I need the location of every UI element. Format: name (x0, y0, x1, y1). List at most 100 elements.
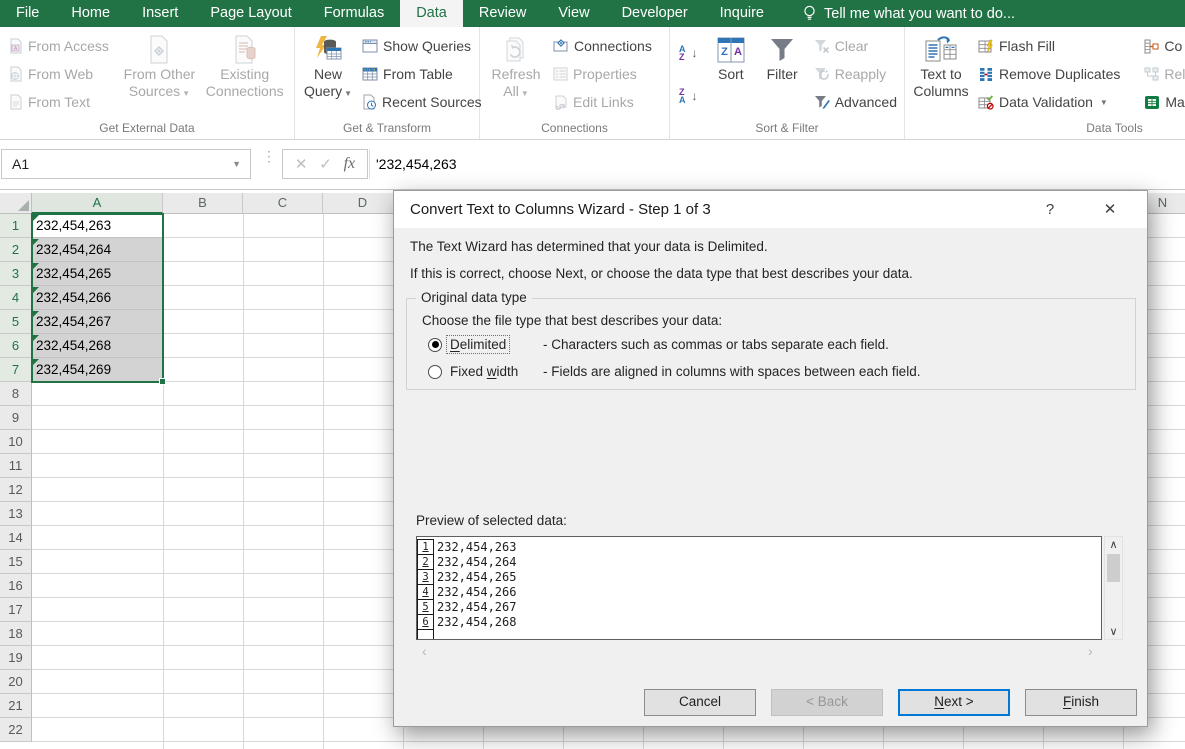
row-header[interactable]: 22 (0, 718, 32, 742)
flash-fill-button[interactable]: Flash Fill (975, 33, 1123, 59)
scroll-up-icon[interactable]: ∧ (1105, 538, 1122, 551)
dialog-close-button[interactable]: ✕ (1090, 191, 1130, 228)
sort-button[interactable]: ZA Sort (706, 29, 755, 119)
data-preview-box[interactable]: 1 232,454,263 2 232,454,264 3 232,454,26… (416, 536, 1102, 640)
text-to-columns-button[interactable]: Text to Columns (909, 29, 973, 119)
data-validation-button[interactable]: Data Validation ▼ (975, 89, 1123, 115)
consolidate-button[interactable]: Co (1141, 33, 1185, 59)
row-header[interactable]: 5 (0, 310, 32, 334)
ribbon-tab[interactable]: File (0, 0, 55, 27)
scrollbar-thumb[interactable] (1107, 554, 1120, 582)
preview-vertical-scrollbar[interactable]: ∧ ∨ (1104, 536, 1123, 640)
show-queries-button[interactable]: Show Queries (359, 33, 485, 59)
row-header[interactable]: 20 (0, 670, 32, 694)
row-header[interactable]: 2 (0, 238, 32, 262)
column-header[interactable]: D (323, 193, 403, 214)
dialog-title-bar[interactable]: Convert Text to Columns Wizard - Step 1 … (394, 191, 1147, 228)
scroll-right-icon[interactable]: › (1088, 643, 1093, 659)
remove-duplicates-button[interactable]: Remove Duplicates (975, 61, 1123, 87)
clear-filter-button[interactable]: Clear (811, 33, 900, 59)
row-header[interactable]: 8 (0, 382, 32, 406)
row-header[interactable]: 10 (0, 430, 32, 454)
ribbon-tab[interactable]: Data (400, 0, 463, 27)
reapply-filter-button[interactable]: Reapply (811, 61, 900, 87)
row-header[interactable]: 7 (0, 358, 32, 382)
ribbon-tab[interactable]: Insert (126, 0, 194, 27)
enter-entry-icon[interactable]: ✓ (319, 155, 332, 173)
cell[interactable]: 232,454,269 (32, 358, 163, 382)
row-header[interactable]: 1 (0, 214, 32, 238)
row-header[interactable]: 3 (0, 262, 32, 286)
row-header[interactable]: 17 (0, 598, 32, 622)
row-header[interactable]: 11 (0, 454, 32, 478)
scroll-left-icon[interactable]: ‹ (422, 643, 427, 659)
from-text-button[interactable]: From Text (6, 89, 119, 115)
name-box-dropdown-icon[interactable]: ▼ (232, 150, 241, 178)
row-header[interactable]: 13 (0, 502, 32, 526)
row-header[interactable]: 6 (0, 334, 32, 358)
from-access-button[interactable]: A From Access (6, 33, 119, 59)
next-button[interactable]: Next > (898, 689, 1010, 716)
cell[interactable]: 232,454,268 (32, 334, 163, 358)
formula-bar-splitter[interactable]: ⋮ (262, 149, 276, 163)
ribbon-tab[interactable]: Inquire (704, 0, 780, 27)
advanced-filter-button[interactable]: Advanced (811, 89, 900, 115)
row-header[interactable]: 16 (0, 574, 32, 598)
recent-sources-button[interactable]: Recent Sources (359, 89, 485, 115)
manage-data-model-button[interactable]: Ma (1141, 89, 1185, 115)
ribbon-tab[interactable]: Formulas (308, 0, 400, 27)
cell[interactable]: 232,454,263 (32, 214, 163, 238)
row-header[interactable]: 14 (0, 526, 32, 550)
from-web-button[interactable]: From Web (6, 61, 119, 87)
existing-connections-button[interactable]: Existing Connections (197, 29, 292, 119)
select-all-corner[interactable] (0, 193, 32, 214)
row-header[interactable]: 21 (0, 694, 32, 718)
scroll-down-icon[interactable]: ∨ (1105, 625, 1122, 638)
cell[interactable]: 232,454,266 (32, 286, 163, 310)
cancel-entry-icon[interactable]: ✕ (295, 155, 308, 173)
filter-button[interactable]: Filter (756, 29, 809, 119)
new-query-button[interactable]: New Query ▼ (299, 29, 357, 119)
data-type-radio[interactable]: Delimited - Characters such as commas or… (428, 335, 889, 354)
radio-circle-icon[interactable] (428, 337, 442, 352)
refresh-all-button[interactable]: Refresh All ▼ (484, 29, 548, 119)
relationships-button[interactable]: Rel (1141, 61, 1185, 87)
row-header[interactable]: 4 (0, 286, 32, 310)
sort-descending-button[interactable]: Z A ↓ (676, 83, 704, 109)
properties-button[interactable]: Properties (550, 61, 655, 87)
name-box[interactable]: A1 ▼ (1, 149, 251, 179)
sort-ascending-button[interactable]: A Z ↓ (676, 40, 704, 66)
row-header[interactable]: 19 (0, 646, 32, 670)
connections-button[interactable]: Connections (550, 33, 655, 59)
ribbon-tab[interactable]: View (542, 0, 605, 27)
from-table-button[interactable]: From Table (359, 61, 485, 87)
cancel-button[interactable]: Cancel (644, 689, 756, 716)
cell[interactable]: 232,454,267 (32, 310, 163, 334)
edit-links-button[interactable]: Edit Links (550, 89, 655, 115)
row-header[interactable]: 18 (0, 622, 32, 646)
row-header[interactable]: 12 (0, 478, 32, 502)
finish-button[interactable]: Finish (1025, 689, 1137, 716)
ribbon-tab[interactable]: Review (463, 0, 543, 27)
ribbon-tab[interactable]: Developer (606, 0, 704, 27)
back-button[interactable]: < Back (771, 689, 883, 716)
from-other-sources-button[interactable]: From Other Sources ▼ (121, 29, 197, 119)
cell[interactable]: 232,454,264 (32, 238, 163, 262)
ribbon-tab[interactable]: Home (55, 0, 126, 27)
preview-row: 5 232,454,267 (417, 599, 1101, 615)
tell-me-box[interactable]: Tell me what you want to do... (802, 0, 1015, 27)
formula-input[interactable]: '232,454,263 (369, 149, 1185, 179)
row-header[interactable]: 9 (0, 406, 32, 430)
column-header[interactable]: C (243, 193, 323, 214)
radio-circle-icon[interactable] (428, 364, 442, 379)
dialog-help-button[interactable]: ? (1030, 191, 1070, 228)
refresh-all-label1: Refresh (491, 66, 541, 82)
preview-row-value: 232,454,264 (437, 555, 517, 569)
ribbon-tab[interactable]: Page Layout (194, 0, 307, 27)
column-header[interactable]: B (163, 193, 243, 214)
insert-function-icon[interactable]: fx (344, 155, 356, 173)
cell[interactable]: 232,454,265 (32, 262, 163, 286)
column-header[interactable]: A (32, 193, 163, 214)
row-header[interactable]: 15 (0, 550, 32, 574)
data-type-radio[interactable]: Fixed width - Fields are aligned in colu… (428, 362, 920, 381)
